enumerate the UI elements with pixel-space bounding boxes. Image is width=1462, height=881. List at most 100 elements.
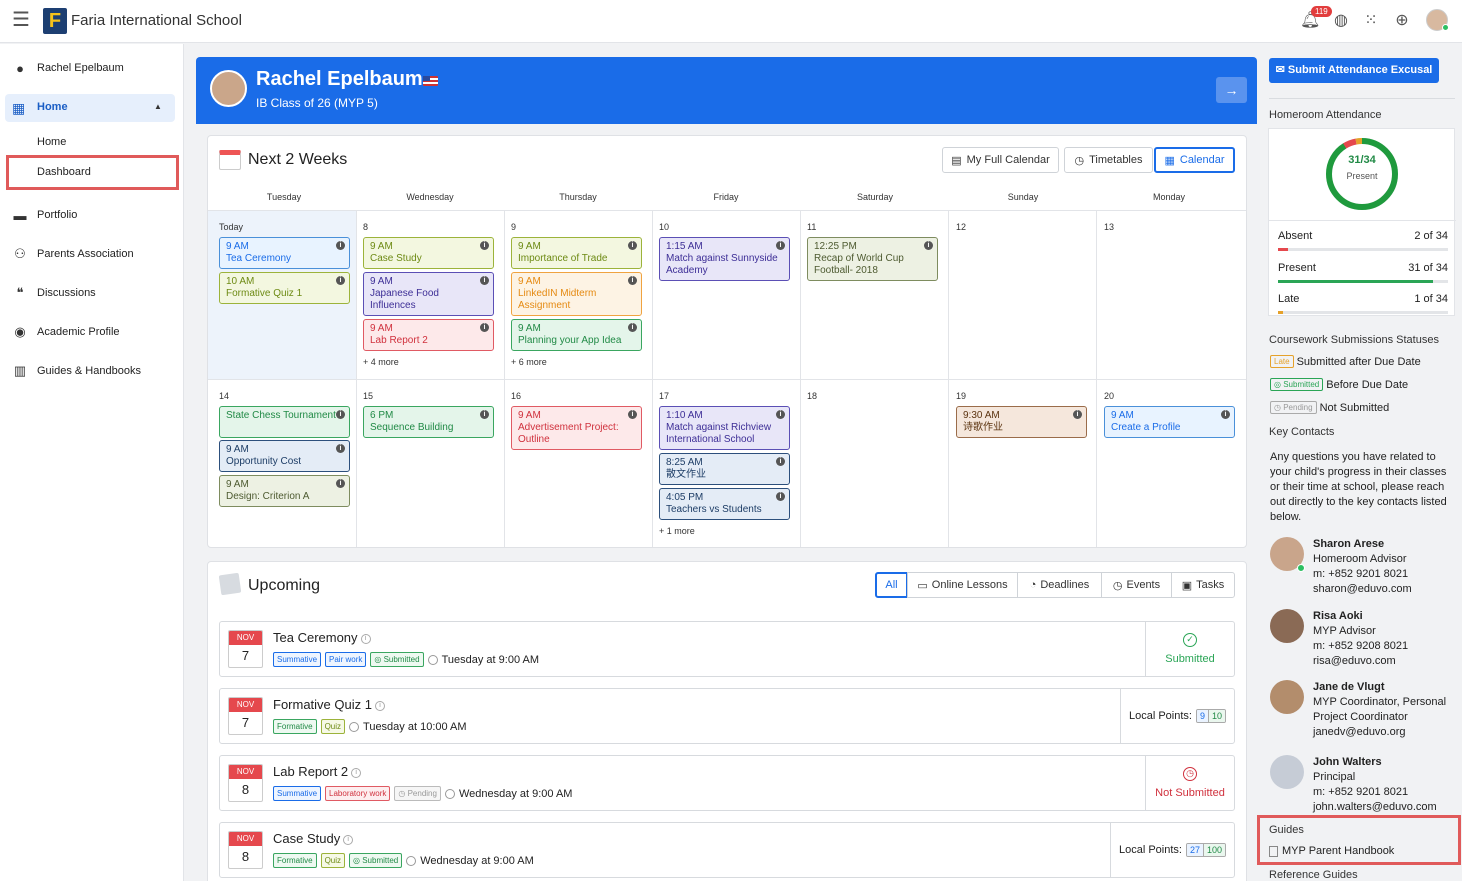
contact-email[interactable]: janedv@eduvo.org: [1313, 726, 1406, 738]
contact-card[interactable]: Sharon Arese Homeroom Advisor m: +852 9201…: [1270, 537, 1460, 607]
upcoming-row[interactable]: NOV 8 Case Study i Formative Quiz ◎ Submit…: [219, 822, 1235, 878]
calendar-event[interactable]: 9 AM Case Study i: [363, 237, 494, 269]
upcoming-item-title[interactable]: Tea Ceremony i: [273, 630, 371, 645]
more-events-link[interactable]: + 4 more: [363, 357, 399, 367]
filter-events[interactable]: ◷ Events: [1101, 572, 1172, 598]
school-logo[interactable]: F: [43, 8, 67, 34]
sidebar-item-home-label: Home: [37, 101, 68, 113]
event-time: 6 PM: [370, 410, 394, 421]
sidebar-item-portfolio[interactable]: ▬ Portfolio: [12, 205, 78, 225]
apps-grid-icon[interactable]: ⁙: [1361, 11, 1381, 31]
school-name[interactable]: Faria International School: [71, 12, 242, 29]
info-icon[interactable]: i: [336, 479, 345, 488]
contact-email[interactable]: sharon@eduvo.com: [1313, 583, 1412, 595]
calendar-event[interactable]: 9 AM Japanese Food Influences i: [363, 272, 494, 316]
sidebar-subitem-home[interactable]: Home: [37, 136, 66, 148]
arrow-right-button[interactable]: →: [1216, 77, 1247, 103]
calendar-event[interactable]: 9 AM Advertisement Project: Outline i: [511, 406, 642, 450]
calendar-event[interactable]: 9 AM Planning your App Idea i: [511, 319, 642, 351]
upcoming-item-title[interactable]: Lab Report 2i: [273, 764, 362, 779]
info-icon[interactable]: i: [628, 276, 637, 285]
legend-text: Not Submitted: [1319, 401, 1390, 414]
info-icon[interactable]: i: [480, 241, 489, 250]
date-label: 13: [1104, 222, 1115, 232]
calendar-event[interactable]: 8:25 AM 散文作业 i: [659, 453, 790, 485]
info-icon[interactable]: i: [776, 457, 785, 466]
upcoming-item-title[interactable]: Formative Quiz 1i: [273, 697, 385, 712]
filter-deadlines[interactable]: ◔ Deadlines: [1017, 572, 1102, 598]
menu-icon[interactable]: ☰: [12, 10, 30, 30]
info-icon[interactable]: i: [924, 241, 933, 250]
help-icon[interactable]: ⊕: [1392, 11, 1412, 31]
sidebar-item-guides-handbooks[interactable]: ▥ Guides & Handbooks: [12, 361, 141, 381]
filter-tasks[interactable]: ▣ Tasks: [1171, 572, 1235, 598]
info-icon[interactable]: i: [776, 410, 785, 419]
more-events-link[interactable]: + 1 more: [659, 526, 695, 536]
info-icon[interactable]: i: [1221, 410, 1230, 419]
attendance-row-present: Present 31 of 34: [1278, 262, 1448, 274]
calendar-event[interactable]: 9 AM LinkedIN Midterm Assignment i: [511, 272, 642, 316]
info-icon[interactable]: i: [628, 323, 637, 332]
info-icon[interactable]: i: [480, 276, 489, 285]
contact-card[interactable]: Risa Aoki MYP Advisor m: +852 9208 8021 ris…: [1270, 609, 1460, 679]
chat-icon[interactable]: ◍: [1331, 11, 1351, 31]
sidebar-item-academic-profile[interactable]: ◉ Academic Profile: [12, 322, 119, 342]
calendar-event[interactable]: 9:30 AM 诗歌作业 i: [956, 406, 1087, 438]
upcoming-item-title[interactable]: Case Study i: [273, 831, 354, 846]
submit-attendance-excusal-button[interactable]: ✉ Submit Attendance Excusal: [1269, 58, 1439, 83]
calendar-event[interactable]: 9 AM Design: Criterion A i: [219, 475, 350, 507]
info-circle-icon[interactable]: i: [360, 633, 371, 644]
info-circle-icon[interactable]: i: [374, 700, 385, 711]
filter-online-lessons[interactable]: ▭ Online Lessons: [907, 572, 1018, 598]
upcoming-row[interactable]: NOV 7 Tea Ceremony i Summative Pair work ◎…: [219, 621, 1235, 677]
my-full-calendar-button[interactable]: ▤ My Full Calendar: [942, 147, 1059, 173]
calendar-event[interactable]: 12:25 PM Recap of World Cup Football- 201…: [807, 237, 938, 281]
contact-card[interactable]: Jane de Vlugt MYP Coordinator, Personal P…: [1270, 680, 1460, 750]
calendar-event[interactable]: 9 AM Opportunity Cost i: [219, 440, 350, 472]
user-avatar[interactable]: [1426, 9, 1449, 31]
calendar-event[interactable]: 9 AM Lab Report 2 i: [363, 319, 494, 351]
contact-email[interactable]: john.walters@eduvo.com: [1313, 801, 1437, 813]
info-icon[interactable]: i: [776, 492, 785, 501]
info-icon[interactable]: i: [776, 241, 785, 250]
upcoming-row[interactable]: NOV 7 Formative Quiz 1i Formative Quiz Tu…: [219, 688, 1235, 744]
calendar-event[interactable]: 6 PM Sequence Building i: [363, 406, 494, 438]
sidebar-item-parents-association[interactable]: ⚇ Parents Association: [12, 244, 133, 264]
date-month: NOV: [229, 631, 262, 645]
calendar-event[interactable]: State Chess Tournament i: [219, 406, 350, 438]
calendar-event[interactable]: 1:15 AM Match against Sunnyside Academy i: [659, 237, 790, 281]
calendar-event[interactable]: 1:10 AM Match against Richview Internatio…: [659, 406, 790, 450]
calendar-event[interactable]: 4:05 PM Teachers vs Students i: [659, 488, 790, 520]
timetables-button[interactable]: ◷ Timetables: [1064, 147, 1153, 173]
chevron-up-icon[interactable]: ▲: [154, 102, 162, 111]
upcoming-row[interactable]: NOV 8 Lab Report 2i Summative Laboratory …: [219, 755, 1235, 811]
calendar-button[interactable]: ▦ Calendar: [1154, 147, 1235, 173]
info-icon[interactable]: i: [336, 410, 345, 419]
points-label: Local Points:: [1128, 710, 1192, 722]
sidebar-item-home[interactable]: [5, 94, 175, 122]
tag: Quiz: [320, 719, 346, 734]
info-icon[interactable]: i: [336, 276, 345, 285]
info-icon[interactable]: i: [336, 444, 345, 453]
contact-email[interactable]: risa@eduvo.com: [1313, 655, 1396, 667]
calendar-event[interactable]: 10 AM Formative Quiz 1 i: [219, 272, 350, 304]
sidebar-user[interactable]: ● Rachel Epelbaum: [12, 58, 124, 78]
info-icon[interactable]: i: [628, 241, 637, 250]
sidebar-item-discussions[interactable]: ❝ Discussions: [12, 283, 96, 303]
calendar-event[interactable]: 9 AM Create a Profile i: [1104, 406, 1235, 438]
info-icon[interactable]: i: [480, 410, 489, 419]
info-icon[interactable]: i: [1073, 410, 1082, 419]
calendar-event[interactable]: 9 AM Tea Ceremony i: [219, 237, 350, 269]
info-circle-icon[interactable]: i: [343, 834, 354, 845]
calendar-event[interactable]: 9 AM Importance of Trade i: [511, 237, 642, 269]
info-circle-icon[interactable]: i: [351, 767, 362, 778]
event-time: 4:05 PM: [666, 492, 704, 503]
contact-name: Sharon Arese: [1313, 538, 1385, 550]
info-icon[interactable]: i: [336, 241, 345, 250]
filter-all[interactable]: All: [875, 572, 908, 598]
guide-link-myp-parent-handbook[interactable]: MYP Parent Handbook: [1269, 845, 1394, 857]
more-events-link[interactable]: + 6 more: [511, 357, 547, 367]
info-icon[interactable]: i: [480, 323, 489, 332]
info-icon[interactable]: i: [628, 410, 637, 419]
tag: Formative: [273, 853, 317, 868]
